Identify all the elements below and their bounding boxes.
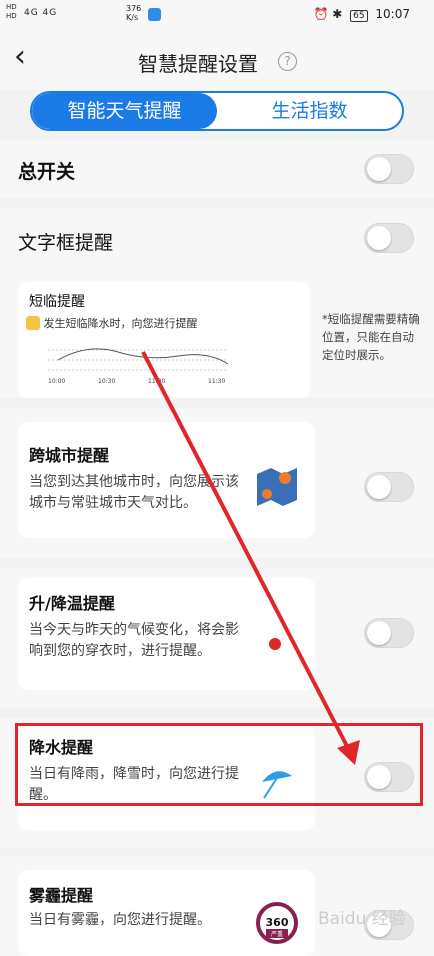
watermark: Baidu 经验 bbox=[318, 909, 406, 929]
arrow-head bbox=[337, 740, 360, 765]
annotation-arrow bbox=[141, 351, 360, 765]
arrow-shaft bbox=[141, 351, 352, 753]
